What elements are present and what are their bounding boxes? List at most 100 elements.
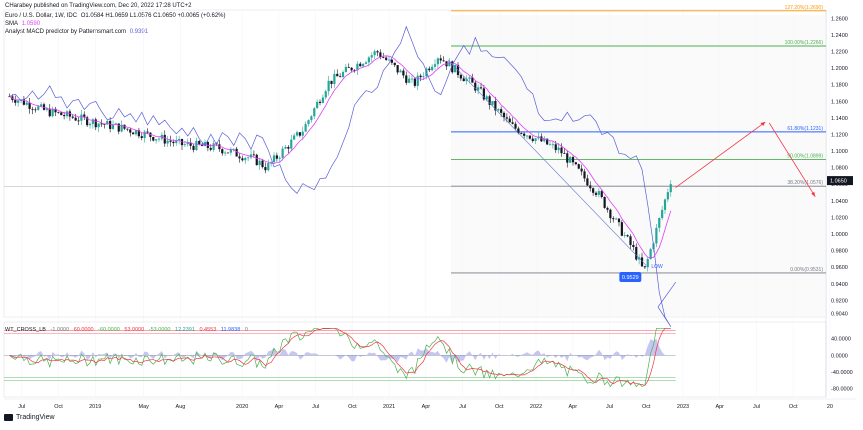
candle-body <box>163 134 166 144</box>
candle-body <box>390 59 393 63</box>
candle-body <box>376 51 379 53</box>
y-tick-label: 1.0800 <box>831 166 848 172</box>
candle-body <box>140 136 143 139</box>
last-price-label: 1.0650 <box>830 179 847 185</box>
candle-body <box>267 163 270 171</box>
candle-body <box>293 135 296 140</box>
candle-body <box>252 154 255 156</box>
y-tick-label: 0.9200 <box>831 298 848 304</box>
candle-body <box>617 218 621 223</box>
candle-body <box>333 73 336 84</box>
candle-body <box>341 71 345 78</box>
candle-body <box>34 109 37 111</box>
candle-body <box>520 133 523 134</box>
candle-body <box>247 157 250 159</box>
candle-body <box>129 129 132 133</box>
candle-body <box>57 112 60 114</box>
candle-body <box>198 140 201 145</box>
candle-body <box>155 139 158 141</box>
candle-body <box>290 139 293 149</box>
x-tick-label: Apr <box>715 404 724 410</box>
fib-level-label: 50.00%(1.0899) <box>787 153 823 159</box>
candle-body <box>97 123 100 128</box>
chart-screenshot: CHarabey published on TradingView.com, D… <box>0 0 863 430</box>
candle-body <box>301 131 304 136</box>
candle-body <box>209 147 212 150</box>
candle-body <box>152 137 155 141</box>
y-tick-label: 0.9040 <box>831 312 848 318</box>
candle-body <box>620 222 623 236</box>
osc-value: 0 <box>244 327 248 333</box>
candle-body <box>275 155 278 159</box>
brand-name: TradingView <box>16 414 55 421</box>
candle-body <box>359 63 362 67</box>
candle-body <box>626 235 629 237</box>
candle-body <box>531 138 534 141</box>
oscillator-tick-label: 40.0000 <box>831 337 851 343</box>
candle-body <box>379 52 382 58</box>
candle-body <box>313 108 316 117</box>
candle-body <box>14 100 17 103</box>
candle-body <box>422 76 425 78</box>
candle-body <box>508 118 511 123</box>
candle-body <box>580 168 583 172</box>
candle-body <box>603 196 606 208</box>
candle-body <box>468 77 471 79</box>
candle-body <box>462 78 465 82</box>
x-tick-label: Apr <box>275 404 284 410</box>
candle-body <box>382 57 385 58</box>
candle-body <box>25 102 28 105</box>
candle-body <box>295 132 299 136</box>
y-tick-label: 1.0200 <box>831 215 848 221</box>
oscillator-tick-label: 0.0000 <box>831 353 848 359</box>
fib-level-label: 0.00%(0.9531) <box>790 267 823 273</box>
fib-level-label: 127.20%(1.2690) <box>785 5 824 11</box>
y-tick-label: 1.2400 <box>831 33 848 39</box>
x-tick-label: Apr <box>422 404 431 410</box>
candle-body <box>106 120 109 125</box>
price-chart[interactable]: Jul Oct 2019 May Aug 2020 Apr Jul Oct 2021 Apr Jul O… <box>0 0 863 430</box>
candle-body <box>324 91 327 98</box>
candle-body <box>577 164 580 169</box>
y-tick-label: 1.1600 <box>831 99 848 105</box>
candle-body <box>439 58 442 61</box>
candle-body <box>540 136 543 142</box>
osc-value: -1.0000 <box>50 327 70 333</box>
candle-body <box>606 207 609 210</box>
candle-body <box>479 87 483 89</box>
candle-body <box>511 122 514 124</box>
osc-value: 12.2391 <box>175 327 195 333</box>
candle-body <box>316 101 319 109</box>
candle-body <box>65 111 69 117</box>
oscillator-tick-label: -80.0000 <box>831 387 853 393</box>
candle-body <box>172 141 175 144</box>
candle-body <box>229 149 232 153</box>
x-tick-label: 2019 <box>89 404 101 410</box>
candle-body <box>387 59 391 61</box>
osc-value: 60.0000 <box>73 327 94 333</box>
osc-value: -53.0000 <box>148 327 171 333</box>
x-tick-label: Oct <box>54 404 63 410</box>
candle-body <box>258 160 261 166</box>
candle-body <box>491 101 494 105</box>
candle-body <box>393 62 396 66</box>
candle-body <box>419 75 422 78</box>
x-tick-label: Aug <box>176 404 186 410</box>
x-tick-label: May <box>139 404 150 410</box>
oscillator-name: WT_CROSS_LB <box>5 327 46 333</box>
low-price-label: 0.9529 <box>622 275 639 281</box>
candle-body <box>500 109 503 113</box>
candle-body <box>416 75 419 86</box>
candle-body <box>51 108 54 117</box>
candle-body <box>88 123 92 126</box>
x-tick-label: 2022 <box>530 404 542 410</box>
candle-body <box>31 108 34 110</box>
candle-body <box>459 74 462 79</box>
candle-body <box>166 140 169 144</box>
x-tick-label: Oct <box>495 404 504 410</box>
candle-body <box>569 157 572 163</box>
candle-body <box>402 70 405 76</box>
candle-body <box>132 132 135 135</box>
osc-value: 0.4553 <box>199 327 217 333</box>
osc-value: 53.0000 <box>124 327 145 333</box>
